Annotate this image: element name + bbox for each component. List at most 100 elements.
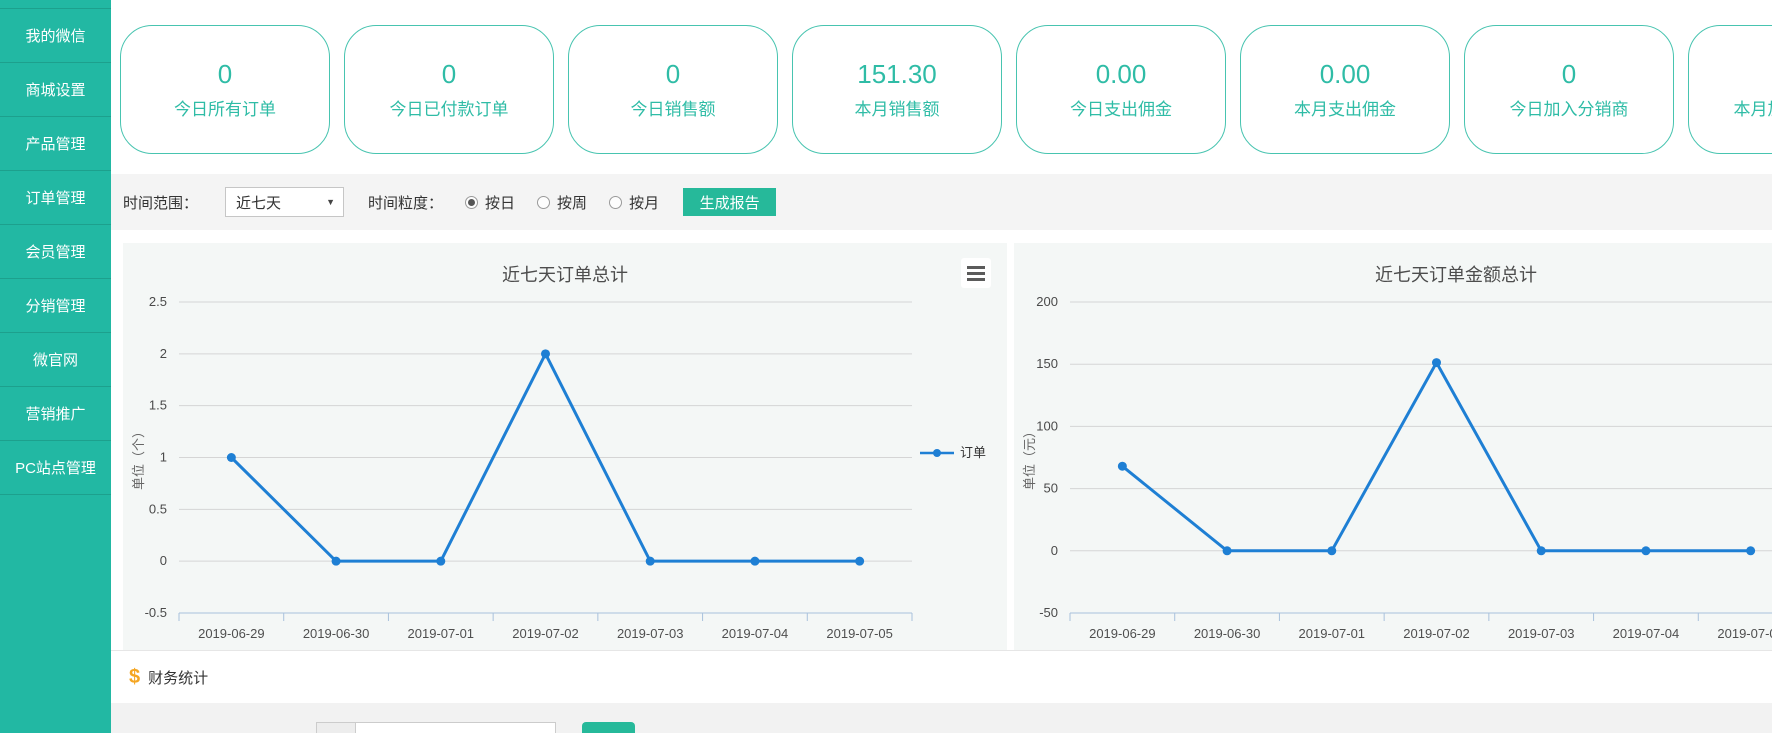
finance-section-header: $ 财务统计 [111,650,1772,704]
chevron-down-icon: ▼ [326,197,335,207]
sidebar-item-product-management[interactable]: 产品管理 [0,117,111,171]
stat-label: 今日销售额 [631,101,716,118]
stat-value: 0 [442,61,456,87]
svg-text:2019-07-02: 2019-07-02 [1403,626,1470,641]
finance-title: 财务统计 [148,667,208,688]
order-amount-line-chart: 200150100500-502019-06-292019-06-302019-… [1014,243,1772,650]
svg-text:2019-06-30: 2019-06-30 [1194,626,1261,641]
granularity-label: 时间粒度： [368,192,443,213]
orders-line-chart: 2.5 2 1.5 1 0.5 0 -0.5 2019-06-29 2019-06-30 2019… [123,243,1007,650]
stat-card-month-commission: 0.00 本月支出佣金 [1240,25,1450,154]
sidebar: 我的微信 商城设置 产品管理 订单管理 会员管理 分销管理 微官网 营销推广 P… [0,0,111,733]
svg-text:2019-06-30: 2019-06-30 [303,626,370,641]
sidebar-item-my-wechat[interactable]: 我的微信 [0,9,111,63]
stat-label: 今日支出佣金 [1070,101,1172,118]
filter-bar: 时间范围： 近七天 ▼ 时间粒度： 按日 按周 按月 生成报告 [111,174,1772,230]
sidebar-item-partial[interactable] [0,0,111,9]
svg-text:2019-07-01: 2019-07-01 [1299,626,1366,641]
search-input-group [316,722,556,733]
stat-label: 今日加入分销商 [1510,101,1629,118]
bottom-toolbar [111,703,1772,733]
stat-value: 0 [218,61,232,87]
generate-report-button[interactable]: 生成报告 [683,188,776,216]
svg-text:1: 1 [160,450,167,465]
svg-text:2019-06-29: 2019-06-29 [1089,626,1156,641]
sidebar-item-distribution-management[interactable]: 分销管理 [0,279,111,333]
svg-text:2019-07-03: 2019-07-03 [1508,626,1575,641]
svg-text:2019-07-02: 2019-07-02 [512,626,579,641]
input-addon [316,722,355,733]
radio-icon [609,196,622,209]
sidebar-item-label: 微官网 [33,349,78,370]
sidebar-item-label: 商城设置 [25,79,85,100]
radio-by-week[interactable]: 按周 [537,192,587,213]
search-button[interactable] [582,722,635,733]
stat-card-today-commission: 0.00 今日支出佣金 [1016,25,1226,154]
stat-label: 今日已付款订单 [390,101,509,118]
svg-text:0: 0 [1051,543,1058,558]
orders-chart-panel: 近七天订单总计 2.521.510.50-0.52019-06-292019-0… [123,243,1007,650]
svg-text:2019-07-03: 2019-07-03 [617,626,684,641]
radio-label: 按周 [557,192,587,213]
svg-text:2019-07-04: 2019-07-04 [1613,626,1680,641]
sidebar-item-marketing-promotion[interactable]: 营销推广 [0,387,111,441]
stat-card-today-orders: 0 今日所有订单 [120,25,330,154]
sidebar-item-micro-site[interactable]: 微官网 [0,333,111,387]
search-input[interactable] [355,722,556,733]
radio-label: 按月 [629,192,659,213]
stat-card-month-sales: 151.30 本月销售额 [792,25,1002,154]
svg-text:2019-07-01: 2019-07-01 [408,626,475,641]
svg-text:2.5: 2.5 [149,294,167,309]
time-range-select[interactable]: 近七天 ▼ [225,187,344,217]
svg-text:单位（元）: 单位（元） [1022,425,1037,490]
stat-cards-row: 0 今日所有订单 0 今日已付款订单 0 今日销售额 151.30 本月销售额 … [120,25,1772,154]
radio-icon [537,196,550,209]
svg-text:200: 200 [1036,294,1058,309]
svg-text:2019-06-29: 2019-06-29 [198,626,264,641]
svg-text:-50: -50 [1039,605,1058,620]
svg-text:订单: 订单 [960,445,986,460]
charts-row: 近七天订单总计 2.521.510.50-0.52019-06-292019-0… [111,243,1772,650]
svg-text:-0.5: -0.5 [145,605,167,620]
svg-text:100: 100 [1036,418,1058,433]
svg-text:1.5: 1.5 [149,398,167,413]
svg-text:2019-07-04: 2019-07-04 [722,626,789,641]
sidebar-item-label: 产品管理 [25,133,85,154]
stat-card-month-distributors: 0 本月加入分销商 [1688,25,1772,154]
main-content: 0 今日所有订单 0 今日已付款订单 0 今日销售额 151.30 本月销售额 … [111,0,1772,733]
sidebar-item-pc-site-management[interactable]: PC站点管理 [0,441,111,495]
stat-value: 0.00 [1096,61,1147,87]
stat-label: 本月加入分销商 [1734,101,1772,118]
stat-value: 0 [666,61,680,87]
svg-text:0.5: 0.5 [149,501,167,516]
radio-icon [465,196,478,209]
dashboard-page: { "sidebar": { "items": [ {"label": "我的微… [0,0,1772,733]
sidebar-item-member-management[interactable]: 会员管理 [0,225,111,279]
stat-card-today-distributors: 0 今日加入分销商 [1464,25,1674,154]
svg-text:2: 2 [160,346,167,361]
svg-text:2019-07-05: 2019-07-05 [826,626,893,641]
sidebar-item-label: 会员管理 [25,241,85,262]
stat-label: 本月销售额 [855,101,940,118]
sidebar-item-label: 我的微信 [25,25,85,46]
svg-text:150: 150 [1036,356,1058,371]
sidebar-item-mall-settings[interactable]: 商城设置 [0,63,111,117]
sidebar-item-label: PC站点管理 [15,457,96,478]
dollar-icon: $ [129,666,140,689]
order-amount-chart-panel: 近七天订单金额总计 200150100500-502019-06-292019-… [1014,243,1772,650]
stat-card-today-sales: 0 今日销售额 [568,25,778,154]
svg-text:单位（个）: 单位（个） [131,425,146,490]
stat-value: 0.00 [1320,61,1371,87]
sidebar-item-label: 分销管理 [25,295,85,316]
radio-label: 按日 [485,192,515,213]
stat-card-today-paid-orders: 0 今日已付款订单 [344,25,554,154]
stat-label: 本月支出佣金 [1294,101,1396,118]
radio-by-month[interactable]: 按月 [609,192,659,213]
svg-text:0: 0 [160,553,167,568]
stat-value: 151.30 [857,61,937,87]
svg-text:2019-07-05: 2019-07-05 [1717,626,1772,641]
sidebar-item-order-management[interactable]: 订单管理 [0,171,111,225]
sidebar-item-label: 订单管理 [25,187,85,208]
radio-by-day[interactable]: 按日 [465,192,515,213]
time-range-value: 近七天 [236,192,281,213]
